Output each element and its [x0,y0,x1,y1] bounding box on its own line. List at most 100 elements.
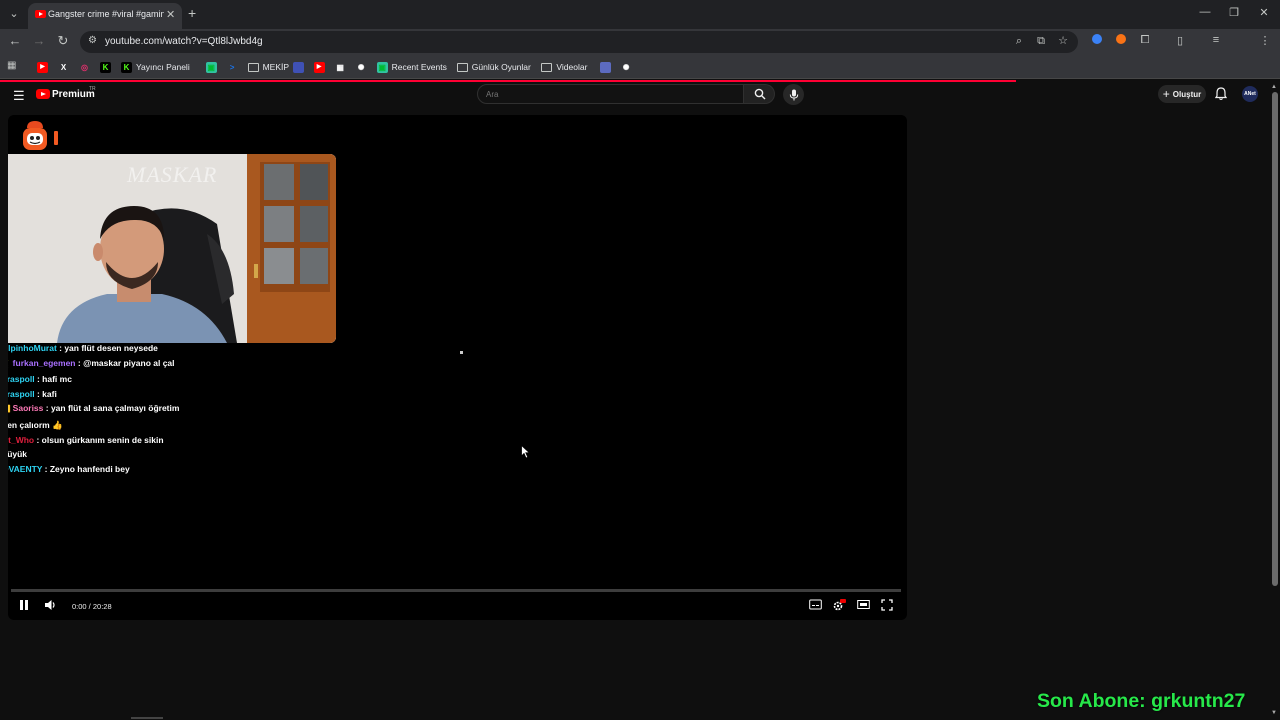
bookmark-label: MEKİP [262,62,290,72]
chat-message: QVAENTY : Zeyno hanfendi bey [8,462,202,477]
search-box[interactable] [477,84,744,104]
install-app-icon[interactable]: ⧉ [1034,35,1048,48]
extension-orange-icon[interactable] [1114,34,1128,47]
bookmark-youtube[interactable]: ▶ [37,60,52,74]
logo-accent-bar [54,131,58,145]
theater-mode-icon [856,600,870,609]
bookmark-videolar[interactable]: Videolar [541,60,587,74]
chat-message: 🕺 furkan_egemen : @maskar piyano al çal [8,356,202,373]
bookmark-recent-events[interactable]: ▣ Recent Events [376,60,447,74]
scroll-up-arrow-icon[interactable]: ▲ [1271,84,1277,90]
chat-username: Dt_Who [8,434,35,445]
site-info-icon[interactable]: ⚙ [88,35,97,46]
guide-menu-icon[interactable]: ☰ [13,88,25,104]
scroll-down-arrow-icon[interactable]: ▼ [1271,710,1277,716]
streamer-mascot-logo [23,121,47,150]
time-display: 0:00 / 20:28 [72,602,112,611]
reload-icon[interactable]: ↻ [55,33,71,49]
window-close-icon[interactable]: ✕ [1257,6,1271,19]
notifications-bell-icon[interactable] [1215,87,1227,101]
account-avatar[interactable]: ANet [1242,86,1258,102]
browser-tab[interactable]: Gangster crime #viral #gaming ✕ [28,3,182,29]
kick-icon: K [100,61,111,73]
url-text: youtube.com/watch?v=Qtl8lJwbd4g [105,36,263,47]
latest-subscriber-alert: Son Abone: grkuntn27 [1037,690,1246,712]
settings-button[interactable] [831,599,847,614]
bookmark-prompt[interactable]: > [227,60,242,74]
bookmark-openai[interactable]: ✺ [356,60,371,74]
bookmark-g-nl-k-oyunlar[interactable]: Günlük Oyunlar [456,60,531,74]
back-icon[interactable]: ← [7,33,23,48]
bookmark-kick[interactable]: K [100,60,115,74]
browser-toolbar: ← → ↻ ⚙ youtube.com/watch?v=Qtl8lJwbd4g … [0,29,1280,78]
seek-bar[interactable] [11,589,901,592]
bookmark-label: Videolar [556,62,588,72]
extensions-puzzle-icon[interactable]: ⧠ [1138,34,1152,47]
create-button[interactable]: + Oluştur [1158,85,1206,103]
openai-icon: ✺ [357,62,365,72]
chat-message: 🟨 Saoriss : yan flüt al sana çalmayı öğr… [8,401,202,432]
subtitles-button[interactable] [807,599,823,613]
bookmark-yay-nc-paneli[interactable]: K Yayıncı Paneli [121,60,190,74]
chat-username: Saoriss [12,403,44,414]
bookmark-label: Yayıncı Paneli [136,62,190,72]
folder-icon [541,62,553,72]
mouse-cursor-icon [521,445,531,459]
prompt-icon: > [229,62,235,72]
new-tab-icon[interactable]: + [188,5,196,21]
video-player[interactable]: MASKAR AlpinhoMurat : yan flüt desen ney… [8,115,907,620]
bookmark-youtube[interactable]: ▶ [313,60,329,74]
youtube-icon: ▶ [313,61,325,73]
tab-bar: ⌄ Gangster crime #viral #gaming ✕ + — ❐ … [0,0,1280,29]
chat-message: Dt_Who : olsun gürkanım senin de sikin b… [8,433,202,462]
bookmark-openai[interactable]: ✺ [621,60,636,74]
stream-chat-overlay: AlpinhoMurat : yan flüt desen neysede🕺 f… [8,341,202,476]
tab-search-chevron-icon[interactable]: ⌄ [6,6,22,22]
youtube-logo-icon[interactable] [36,89,50,99]
bookmark-image[interactable]: ▦ [335,60,350,74]
fullscreen-button[interactable] [879,599,895,614]
bookmark-meki-p[interactable]: MEKİP [247,60,290,74]
volume-button[interactable] [42,599,58,614]
pause-button[interactable] [16,599,32,614]
x-icon: X [60,62,67,72]
scrollbar-thumb[interactable] [1272,92,1278,586]
extension-blue-icon[interactable] [1090,34,1104,47]
youtube-favicon-icon [35,10,46,18]
settings-gear-icon [833,599,846,611]
bookmark-x[interactable]: X [58,60,73,74]
loading-dot [460,351,463,354]
theater-mode-button[interactable] [855,599,871,613]
search-button[interactable] [744,84,775,104]
bookmark-app[interactable]: ▪ [599,60,615,74]
media-control-icon[interactable]: ≡ [1209,34,1223,46]
bookmarks-bar: ▦ ▶ X ◎ K K Yayıncı Paneli ▣ > MEKİP ▪ ▶ ▦ ✺ ▣ Recent … [0,55,1280,79]
voice-search-button[interactable] [783,84,804,105]
bookmark-streamlabs[interactable]: ▣ [205,60,221,74]
chat-text: : @maskar piyano al çal [75,357,175,368]
bookmark-star-icon[interactable]: ☆ [1056,34,1070,47]
search-input[interactable] [486,88,726,101]
minimize-icon[interactable]: — [1198,6,1212,18]
tab-close-icon[interactable]: ✕ [166,8,175,21]
search-icon [754,88,766,100]
chat-text: : kafi [34,388,57,399]
tab-title: Gangster crime #viral #gaming [48,9,164,19]
youtube-icon: ▶ [37,61,48,73]
folder-icon [247,62,259,72]
volume-icon [44,600,55,610]
streamlabs-icon: ▣ [205,61,217,73]
address-bar[interactable]: ⚙ youtube.com/watch?v=Qtl8lJwbd4g ⌕ ⧉ ☆ [80,31,1078,53]
bookmark-app[interactable]: ▪ [292,60,308,74]
instagram-icon: ◎ [81,62,88,72]
fullscreen-icon [881,599,893,611]
chat-text: : hafi mc [34,374,72,385]
forward-icon[interactable]: → [31,33,47,48]
side-panel-icon[interactable]: ▯ [1173,34,1187,47]
zoom-icon[interactable]: ⌕ [1012,35,1026,48]
bookmark-instagram[interactable]: ◎ [79,60,94,74]
restore-icon[interactable]: ❐ [1227,6,1241,19]
apps-grid-icon[interactable]: ▦ [7,60,16,71]
browser-menu-icon[interactable]: ⋮ [1258,34,1272,47]
microphone-icon [789,89,798,100]
